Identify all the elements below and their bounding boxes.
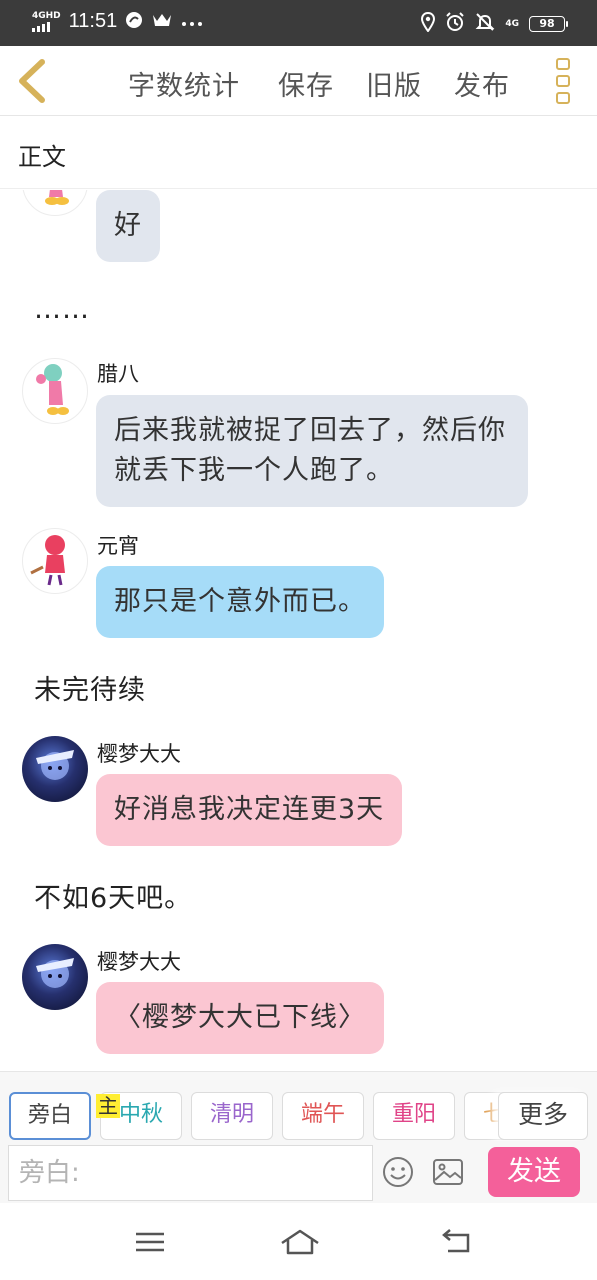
speaker-name: 元宵	[97, 534, 139, 558]
chat-bubble: 好	[96, 190, 160, 262]
alarm-icon	[445, 12, 465, 36]
send-button[interactable]: 发送	[488, 1147, 580, 1197]
status-bar: 4GHD 11:51 4G 98	[0, 0, 597, 46]
location-icon	[421, 11, 436, 36]
save-button[interactable]: 保存	[278, 64, 334, 103]
crown-icon	[151, 11, 173, 32]
role-chip-label: 端午	[300, 1102, 345, 1127]
publish-button[interactable]: 发布	[454, 64, 510, 103]
speaker-name: 樱梦大大	[97, 950, 181, 974]
section-title: 正文	[18, 143, 66, 171]
menu-icon[interactable]	[132, 1227, 168, 1257]
role-chip-label: 旁白	[27, 1103, 72, 1128]
speaker-name: 腊八	[97, 362, 139, 386]
message-input[interactable]	[8, 1145, 373, 1201]
status-left: 4GHD 11:51	[32, 10, 203, 33]
chat-bubble: 后来我就被捉了回去了，然后你就丢下我一个人跑了。	[96, 395, 528, 507]
battery-icon: 98	[529, 16, 568, 32]
chat-bubble: 好消息我决定连更3天	[96, 774, 403, 846]
chat-bubble: 那只是个意外而已。	[96, 566, 384, 638]
image-icon[interactable]	[431, 1155, 465, 1189]
role-chip-duanwu[interactable]: 端午	[282, 1092, 364, 1140]
status-right: 4G 98	[421, 11, 568, 36]
old-version-button[interactable]: 旧版	[366, 64, 422, 103]
narration-text: 未完待续	[34, 675, 146, 706]
role-tag-bar: 旁白 中秋 主 清明 端午 重阳 七 更多	[0, 1071, 597, 1141]
role-chip-label: 中秋	[118, 1102, 163, 1127]
role-chip-chongyang[interactable]: 重阳	[373, 1092, 455, 1140]
word-count-button[interactable]: 字数统计	[128, 64, 240, 103]
chat-content[interactable]: 好 …… 腊八 后来我就被捉了回去了，然后你就丢下我一个人跑了。 元宵 那只是个…	[0, 190, 597, 1070]
status-time: 11:51	[68, 10, 118, 32]
role-chip-qingming[interactable]: 清明	[191, 1092, 273, 1140]
menu-dots-icon[interactable]	[556, 58, 572, 104]
role-chip-label: 清明	[209, 1102, 254, 1127]
avatar[interactable]	[22, 944, 88, 1010]
chat-bubble: 〈樱梦大大已下线〉	[96, 982, 384, 1054]
battery-level: 98	[539, 17, 555, 30]
editor-toolbar: 字数统计 保存 旧版 发布	[0, 46, 597, 116]
network-label: 4GHD	[32, 10, 61, 21]
emoji-icon[interactable]	[381, 1155, 415, 1189]
narration-text: ……	[34, 294, 90, 325]
signal-icon: 4GHD	[32, 10, 61, 32]
avatar[interactable]	[22, 190, 88, 216]
role-chip-label: 重阳	[391, 1102, 436, 1127]
avatar[interactable]	[22, 528, 88, 594]
bell-muted-icon	[475, 12, 495, 36]
avatar[interactable]	[22, 358, 88, 424]
section-header: 正文	[0, 117, 597, 189]
avatar[interactable]	[22, 736, 88, 802]
system-nav-bar	[0, 1203, 597, 1280]
role-chip-narration[interactable]: 旁白	[9, 1092, 91, 1140]
input-bar: 发送	[0, 1141, 597, 1203]
narration-text: 不如6天吧。	[34, 883, 193, 914]
network-4g-label: 4G	[505, 18, 519, 29]
speaker-name: 樱梦大大	[97, 742, 181, 766]
back-icon[interactable]	[438, 1227, 474, 1257]
more-dots-icon	[181, 14, 203, 30]
chat-bubble-icon	[125, 11, 143, 32]
more-roles-button[interactable]: 更多	[498, 1092, 588, 1140]
back-arrow-icon[interactable]	[12, 58, 52, 104]
main-role-badge: 主	[96, 1094, 120, 1118]
home-icon[interactable]	[280, 1227, 319, 1257]
